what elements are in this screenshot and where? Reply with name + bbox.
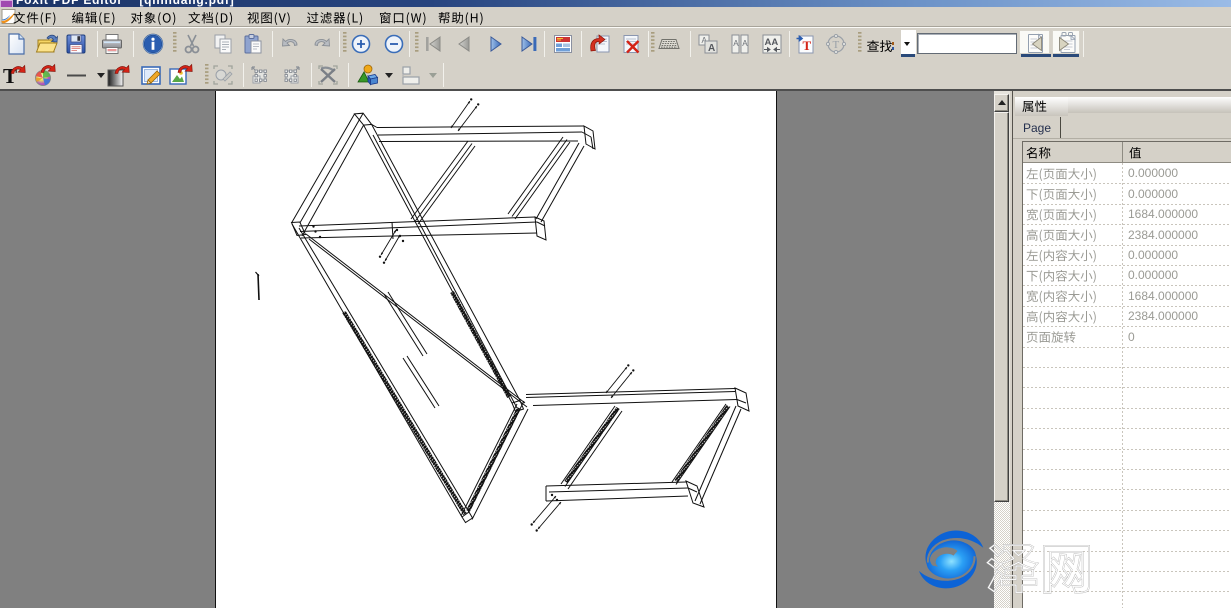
svg-text:A: A (742, 39, 748, 48)
svg-text:A: A (708, 43, 715, 54)
svg-text:A: A (733, 39, 739, 48)
svg-text:T: T (803, 38, 812, 53)
svg-text:T: T (833, 39, 840, 51)
svg-text:AA: AA (765, 37, 779, 48)
